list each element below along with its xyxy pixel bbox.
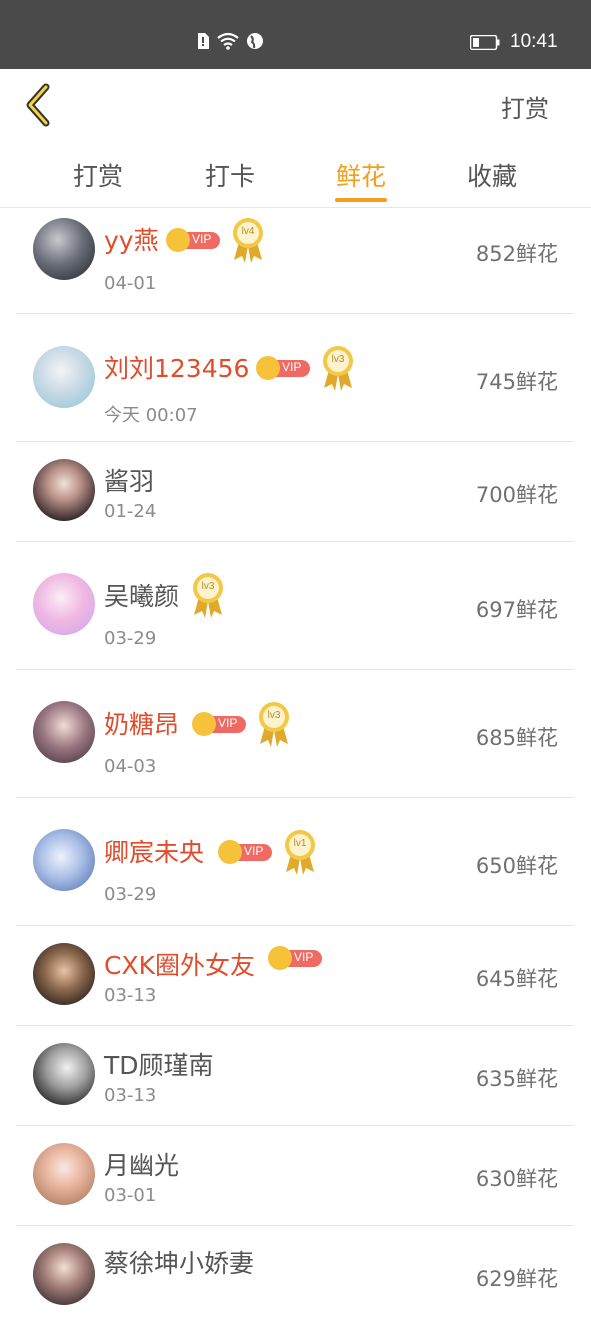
badge-group: lv3 [190,571,226,619]
badge-group: VIP [268,946,322,970]
avatar [33,943,95,1005]
flower-count: 700鲜花 [475,483,558,507]
list-item[interactable]: TD顾瑾南 03-13 635鲜花 [16,1025,574,1126]
user-name: 卿宸未央 [104,838,205,867]
date-label: 03-01 [104,1185,157,1206]
badge-group: VIP lv3 [256,344,356,392]
flower-count: 852鲜花 [475,242,558,266]
tab-favorites[interactable]: 收藏 [442,157,542,193]
level-medal-icon: lv3 [256,700,292,748]
list-item[interactable]: 月幽光 03-01 630鲜花 [16,1125,574,1226]
vip-badge: VIP [218,840,272,864]
avatar [33,1143,95,1205]
vip-badge: VIP [192,712,246,736]
user-name: 奶糖昂 [104,710,180,739]
flower-count: 745鲜花 [475,370,558,394]
avatar [33,218,95,280]
level-medal-icon: lv1 [282,828,318,876]
date-label: 04-03 [104,756,157,777]
avatar [33,829,95,891]
flower-count: 650鲜花 [475,854,558,878]
user-name: 吴曦颜 [104,582,180,611]
user-name: 月幽光 [104,1151,180,1180]
list-item[interactable]: 刘刘123456 VIP lv3 今天 00:07 745鲜花 [16,313,574,442]
avatar [33,701,95,763]
vip-badge: VIP [268,946,322,970]
status-icons [196,32,264,50]
date-label: 01-24 [104,501,157,522]
list-item[interactable]: yy燕 VIP lv4 04-01 852鲜花 [16,208,574,314]
status-bar: 10:41 [0,0,591,69]
active-tab-indicator [335,198,387,202]
list-item[interactable]: 酱羽 01-24 700鲜花 [16,441,574,542]
flower-count: 697鲜花 [475,598,558,622]
avatar [33,1243,95,1305]
avatar [33,573,95,635]
clock-time: 10:41 [510,31,558,52]
date-label: 03-29 [104,884,157,905]
list-item[interactable]: 奶糖昂 VIP lv3 04-03 685鲜花 [16,669,574,798]
list-item[interactable]: CXK圈外女友 VIP 03-13 645鲜花 [16,925,574,1026]
tab-reward[interactable]: 打赏 [48,157,148,193]
level-medal-icon: lv3 [190,571,226,619]
flower-count: 635鲜花 [475,1067,558,1091]
level-medal-icon: lv4 [230,216,266,264]
avatar [33,1043,95,1105]
date-label: 今天 00:07 [104,405,198,426]
badge-group: VIP lv3 [192,700,292,748]
user-name: 刘刘123456 [104,354,250,383]
avatar [33,346,95,408]
avatar [33,459,95,521]
flower-count: 645鲜花 [475,967,558,991]
flower-count: 685鲜花 [475,726,558,750]
user-name: CXK圈外女友 [104,951,255,980]
user-name: 酱羽 [104,467,155,496]
list-item[interactable]: 吴曦颜 lv3 03-29 697鲜花 [16,541,574,670]
user-name: TD顾瑾南 [104,1051,214,1080]
date-label: 03-13 [104,985,157,1006]
date-label: 04-01 [104,273,157,294]
vip-badge: VIP [256,356,310,380]
user-name: yy燕 [104,226,159,255]
list-item[interactable]: 蔡徐坤小娇妻 629鲜花 [16,1225,574,1325]
sim-alert-icon [198,33,209,49]
tab-bar: 打赏 打卡 鲜花 收藏 [0,141,591,208]
date-label: 03-29 [104,628,157,649]
list-item[interactable]: 卿宸未央 VIP lv1 03-29 650鲜花 [16,797,574,926]
level-medal-icon: lv3 [320,344,356,392]
back-arrow-icon[interactable] [18,83,62,127]
flower-count: 630鲜花 [475,1167,558,1191]
user-name: 蔡徐坤小娇妻 [104,1249,255,1278]
reward-action-button[interactable]: 打赏 [501,89,549,124]
tab-flowers[interactable]: 鲜花 [311,157,411,193]
battery-icon [470,35,500,50]
date-label: 03-13 [104,1085,157,1106]
vip-badge: VIP [166,228,220,252]
badge-group: VIP lv1 [218,828,318,876]
tab-checkin[interactable]: 打卡 [180,157,280,193]
wifi-icon [217,32,239,50]
globe-icon [247,33,263,49]
flower-count: 629鲜花 [475,1267,558,1291]
nav-bar: 打赏 [0,69,591,141]
badge-group: VIP lv4 [166,216,266,264]
